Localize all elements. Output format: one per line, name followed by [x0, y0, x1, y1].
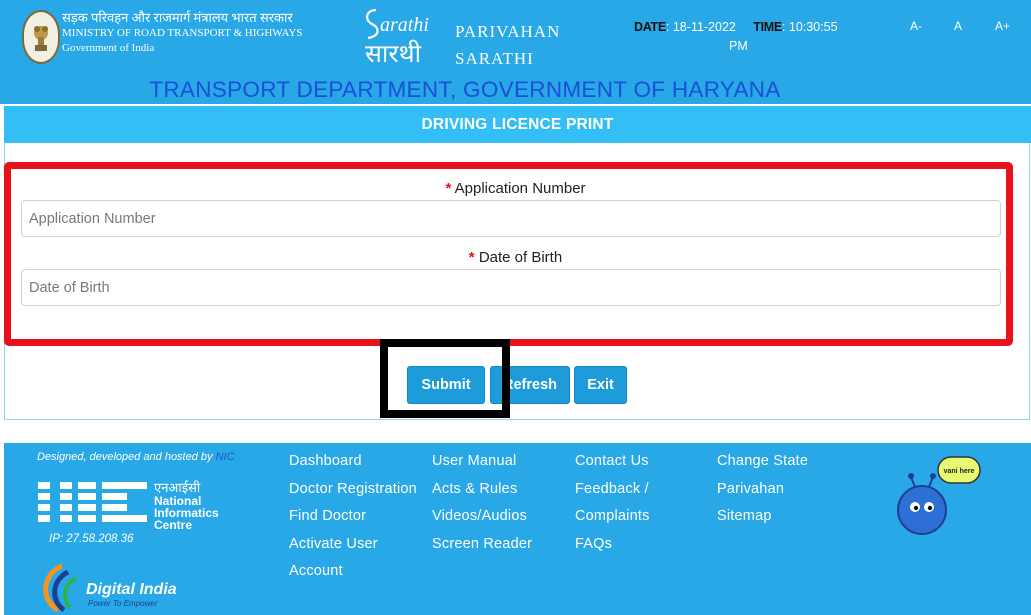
font-decrease-button[interactable]: A- [910, 19, 922, 33]
footer-link-parivahan[interactable]: Parivahan [717, 481, 784, 497]
exit-button[interactable]: Exit [574, 366, 627, 404]
font-increase-button[interactable]: A+ [995, 19, 1010, 33]
brand-parivahan: PARIVAHAN [455, 22, 561, 41]
footer-link-acts-rules[interactable]: Acts & Rules [432, 481, 517, 497]
ministry-english: MINISTRY OF ROAD TRANSPORT & HIGHWAYS [62, 27, 303, 39]
national-emblem-logo [22, 10, 60, 64]
font-normal-button[interactable]: A [954, 19, 962, 33]
footer-link-faqs[interactable]: FAQs [575, 536, 612, 552]
department-title: TRANSPORT DEPARTMENT, GOVERNMENT OF HARY… [149, 77, 781, 102]
sarathi-latin-text: arathi [380, 14, 429, 36]
emblem-icon [34, 26, 48, 51]
date-value: : 18-11-2022 [665, 20, 736, 34]
chatbot-mascot-icon[interactable]: vani here [893, 455, 985, 537]
page-title: DRIVING LICENCE PRINT [4, 106, 1031, 143]
footer-link-screen-reader[interactable]: Screen Reader [432, 536, 532, 552]
nic-link[interactable]: NIC [216, 451, 235, 463]
footer-link-contact-us[interactable]: Contact Us [575, 453, 649, 469]
red-highlight-box [4, 162, 1013, 346]
footer-link-activate-user[interactable]: Activate User [289, 536, 378, 552]
footer-link-videos-audios[interactable]: Videos/Audios [432, 508, 527, 524]
footer-link-change-state[interactable]: Change State [717, 453, 808, 469]
digital-india-text: Digital India [86, 581, 177, 598]
ministry-hindi: सड़क परिवहन और राजमार्ग मंत्रालय भारत सर… [62, 10, 293, 25]
footer-link-user-manual[interactable]: User Manual [432, 453, 516, 469]
brand-text: PARIVAHAN SARATHI [455, 18, 560, 72]
time-label: TIME [753, 20, 782, 34]
ministry-title: सड़क परिवहन और राजमार्ग मंत्रालय भारत सर… [62, 10, 302, 56]
digital-india-tagline: Power To Empower [88, 599, 158, 608]
footer-link-find-doctor[interactable]: Find Doctor [289, 508, 366, 524]
footer-link-account[interactable]: Account [289, 563, 343, 579]
footer-link-dashboard[interactable]: Dashboard [289, 453, 362, 469]
digital-india-logo[interactable]: Digital India Power To Empower [38, 560, 198, 612]
sarathi-hindi-text: सारथी [365, 39, 422, 68]
nic-line-3: Centre [154, 518, 192, 532]
black-highlight-box [380, 339, 510, 418]
brand-sarathi: SARATHI [455, 49, 534, 68]
time-value: : 10:30:55 [781, 20, 838, 34]
time-ampm: PM [729, 39, 748, 53]
date-time-display: DATE: 18-11-2022 TIME: 10:30:55 PM [634, 18, 874, 56]
footer-link-sitemap[interactable]: Sitemap [717, 508, 772, 524]
date-label: DATE [634, 20, 666, 34]
nic-logo[interactable]: एनआईसी National Informatics Centre [38, 478, 238, 534]
footer-link-feedback[interactable]: Feedback / [575, 481, 649, 497]
ip-address: IP: 27.58.208.36 [49, 533, 134, 545]
designed-by-text: Designed, developed and hosted by [37, 451, 213, 463]
sarathi-logo: arathi सारथी [365, 8, 429, 68]
government-label: Government of India [62, 42, 155, 54]
footer-link-complaints[interactable]: Complaints [575, 508, 650, 524]
footer-link-doctor-registration[interactable]: Doctor Registration [289, 481, 417, 497]
designed-by: Designed, developed and hosted by NIC [37, 451, 235, 463]
chatbot-bubble-text: vani here [944, 468, 975, 475]
